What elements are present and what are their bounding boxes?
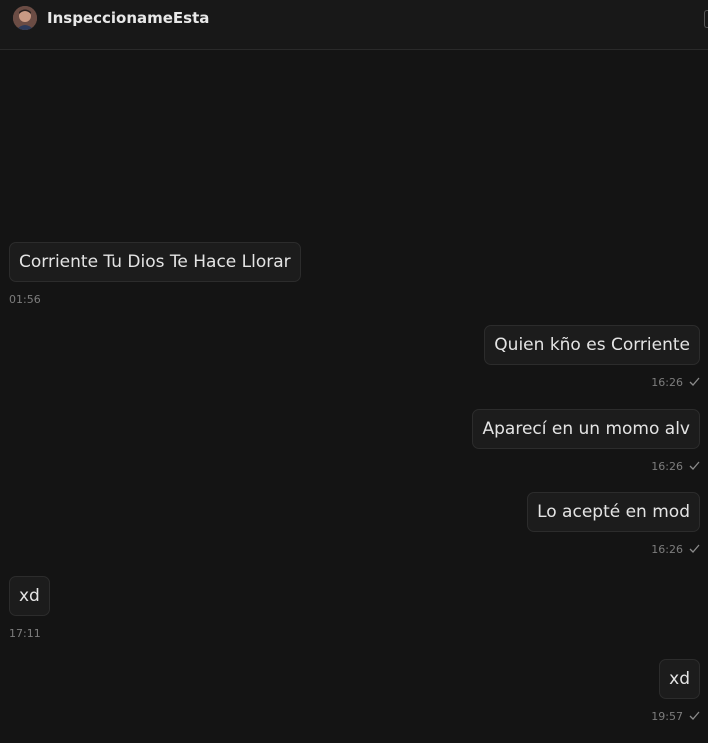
message-outgoing: Lo acepté en mod 16:26 <box>527 492 700 556</box>
check-icon <box>689 461 700 470</box>
avatar[interactable] <box>13 6 37 30</box>
message-timestamp: 17:11 <box>9 627 41 640</box>
message-timestamp: 19:57 <box>651 710 683 723</box>
message-bubble[interactable]: Quien kño es Corriente <box>484 325 700 365</box>
check-icon <box>689 544 700 553</box>
header-edge <box>704 10 708 28</box>
message-bubble[interactable]: xd <box>659 659 700 699</box>
message-timestamp: 01:56 <box>9 293 41 306</box>
message-timestamp: 16:26 <box>651 376 683 389</box>
message-timestamp: 16:26 <box>651 460 683 473</box>
message-outgoing: Aparecí en un momo alv 16:26 <box>472 409 700 473</box>
message-timestamp: 16:26 <box>651 543 683 556</box>
message-incoming: xd 17:11 <box>9 576 50 640</box>
check-icon <box>689 377 700 386</box>
message-outgoing: xd 19:57 <box>651 659 700 723</box>
message-meta: 16:26 <box>484 376 700 389</box>
message-bubble[interactable]: Lo acepté en mod <box>527 492 700 532</box>
contact-avatar-icon <box>13 6 37 30</box>
message-meta: 16:26 <box>472 460 700 473</box>
check-icon <box>689 711 700 720</box>
message-outgoing: Quien kño es Corriente 16:26 <box>484 325 700 389</box>
message-meta: 19:57 <box>651 710 700 723</box>
message-meta: 16:26 <box>527 543 700 556</box>
message-incoming: Corriente Tu Dios Te Hace Llorar 01:56 <box>9 242 301 306</box>
message-list[interactable]: Corriente Tu Dios Te Hace Llorar 01:56 Q… <box>0 51 708 743</box>
contact-name[interactable]: InspeccionameEsta <box>47 9 209 27</box>
message-bubble[interactable]: xd <box>9 576 50 616</box>
chat-header: InspeccionameEsta <box>0 0 708 50</box>
message-bubble[interactable]: Aparecí en un momo alv <box>472 409 700 449</box>
message-bubble[interactable]: Corriente Tu Dios Te Hace Llorar <box>9 242 301 282</box>
